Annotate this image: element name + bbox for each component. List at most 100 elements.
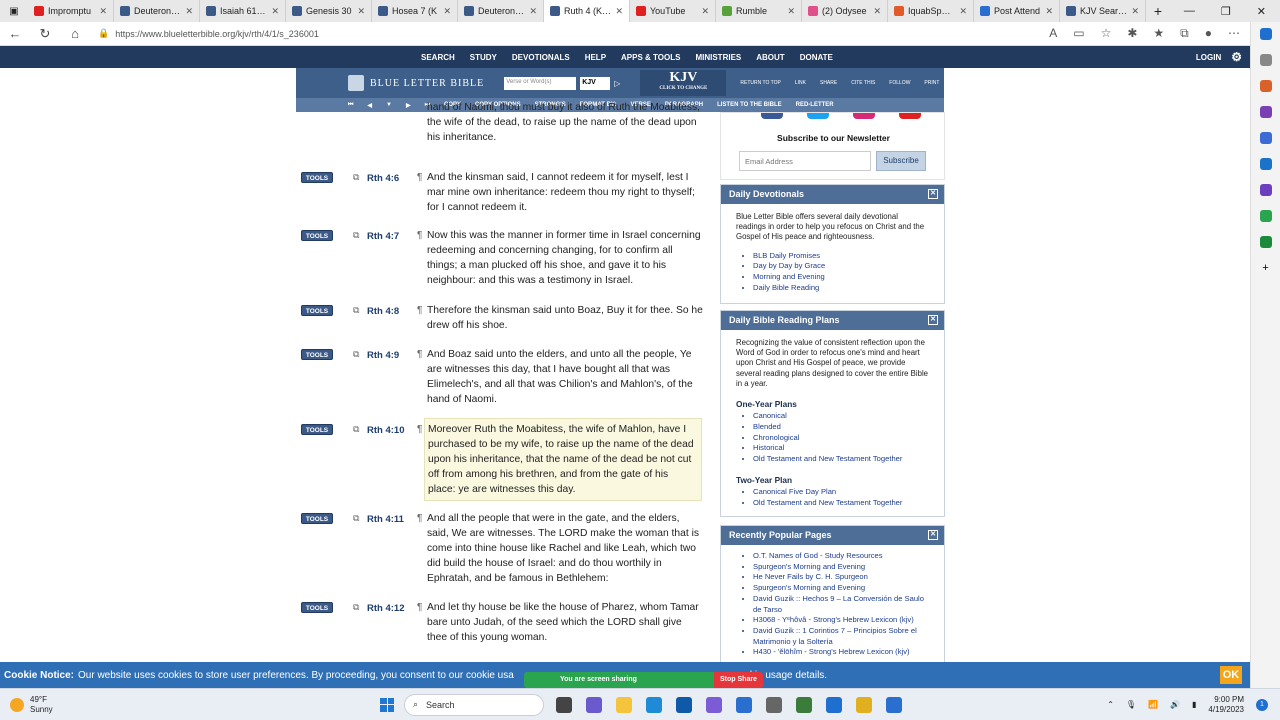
tab-close-icon[interactable]: ✕ (185, 6, 193, 17)
plan-link[interactable]: Historical (753, 443, 930, 454)
tab-close-icon[interactable]: ✕ (271, 6, 279, 17)
verse-ref[interactable]: Rth 4:11 (367, 514, 404, 525)
edge-icon[interactable] (646, 696, 662, 713)
nav-item[interactable]: HELP (585, 53, 606, 62)
url-field[interactable]: 🔒 https://www.blueletterbible.org/kjv/rt… (98, 28, 1049, 39)
verse-ref[interactable]: Rth 4:12 (367, 603, 404, 614)
tray-chevron-icon[interactable]: ⌃ (1107, 700, 1114, 709)
collections-icon[interactable]: ⧉ (1180, 26, 1189, 41)
popular-link[interactable]: H3068 - Yᵉhôvâ - Strong's Hebrew Lexicon… (753, 615, 930, 626)
bing-icon[interactable] (1259, 28, 1272, 40)
mic-icon[interactable]: 🎙 (1126, 700, 1136, 709)
store-icon[interactable] (676, 696, 692, 713)
verse-ref[interactable]: Rth 4:9 (367, 350, 399, 361)
tree-icon[interactable] (1259, 236, 1272, 248)
subscribe-button[interactable]: Subscribe (876, 151, 926, 171)
verse-ref[interactable]: Rth 4:6 (367, 173, 399, 184)
search-go-icon[interactable]: ▷ (614, 79, 620, 88)
plan-link[interactable]: Blended (753, 422, 930, 433)
tab-close-icon[interactable]: ✕ (1045, 6, 1053, 17)
header-tool-link[interactable]: FOLLOW (889, 80, 910, 86)
browser-tab[interactable]: Impromptu ✕ (28, 0, 114, 22)
popular-link[interactable]: H430 - 'ĕlōhîm - Strong's Hebrew Lexicon… (753, 647, 930, 658)
copy-icon[interactable]: ⧉ (353, 349, 359, 360)
tab-close-icon[interactable]: ✕ (873, 6, 881, 17)
verse-search-input[interactable]: Verse or Word(s) (504, 76, 577, 90)
tab-close-icon[interactable]: ✕ (615, 6, 623, 17)
plan-link[interactable]: Chronological (753, 433, 930, 444)
copy-icon[interactable]: ⧉ (353, 602, 359, 613)
teams-icon[interactable] (586, 696, 602, 713)
browser-tab[interactable]: Deuteronom ✕ (114, 0, 200, 22)
task-view-icon[interactable] (556, 696, 572, 713)
search-icon[interactable] (1259, 54, 1272, 66)
notification-icon[interactable]: 1 (1256, 698, 1268, 711)
prev-chapter-icon[interactable]: ◀ (367, 102, 372, 109)
outlook-icon[interactable] (1259, 158, 1272, 170)
first-chapter-icon[interactable]: ⏮ (348, 102, 353, 109)
close-icon[interactable]: ✕ (928, 315, 938, 325)
start-icon[interactable] (380, 697, 394, 712)
chapter-menu-icon[interactable]: ▼ (386, 102, 392, 108)
tab-close-icon[interactable]: ✕ (443, 6, 451, 17)
browser-tab[interactable]: Post Attend ✕ (974, 0, 1060, 22)
tools-button[interactable]: TOOLS (301, 424, 333, 435)
games-icon[interactable] (1259, 132, 1272, 144)
profile-icon[interactable]: ● (1205, 26, 1212, 41)
designer-icon[interactable] (1259, 184, 1272, 196)
app-icon[interactable] (706, 696, 722, 713)
header-tool-link[interactable]: RETURN TO TOP (740, 80, 780, 86)
version-select[interactable]: KJV (580, 76, 611, 90)
nav-item[interactable]: APPS & TOOLS (621, 53, 680, 62)
youtube-icon[interactable] (899, 113, 921, 119)
version-change-button[interactable]: KJV CLICK TO CHANGE (640, 70, 727, 96)
minimize-icon[interactable]: — (1184, 5, 1195, 18)
popular-link[interactable]: Spurgeon's Morning and Evening (753, 583, 930, 594)
next-chapter-icon[interactable]: ▶ (406, 102, 411, 109)
back-icon[interactable]: ← (0, 26, 30, 41)
popular-link[interactable]: He Never Fails by C. H. Spurgeon (753, 572, 930, 583)
app-icon[interactable]: ▭ (1073, 26, 1084, 41)
tools-button[interactable]: TOOLS (301, 230, 333, 241)
email-field[interactable]: Email Address (739, 151, 871, 171)
more-icon[interactable]: ⋯ (1228, 26, 1240, 41)
popular-link[interactable]: David Guzik :: 1 Corintios 7 – Principio… (753, 626, 930, 647)
settings-icon[interactable] (766, 696, 782, 713)
header-tool-link[interactable]: PRINT (924, 80, 939, 86)
site-logo[interactable]: BLUE LETTER BIBLE (296, 75, 484, 91)
browser-tab[interactable]: IquabSpeck ✕ (888, 0, 974, 22)
mail-icon[interactable] (736, 696, 752, 713)
tools-button[interactable]: TOOLS (301, 602, 333, 613)
browser-tab[interactable]: (2) Odysee ✕ (802, 0, 888, 22)
nav-item[interactable]: SEARCH (421, 53, 455, 62)
drop-icon[interactable] (1259, 210, 1272, 222)
home-icon[interactable]: ⌂ (60, 26, 90, 41)
browser-tab[interactable]: Rumble ✕ (716, 0, 802, 22)
refresh-icon[interactable]: ↻ (30, 26, 60, 42)
tab-actions-icon[interactable]: ▣ (0, 6, 28, 17)
favorite-icon[interactable]: ☆ (1101, 26, 1112, 41)
verse-ref[interactable]: Rth 4:10 (367, 425, 404, 436)
verse-ref[interactable]: Rth 4:7 (367, 231, 399, 242)
close-icon[interactable]: ✕ (928, 189, 938, 199)
tab-close-icon[interactable]: ✕ (701, 6, 709, 17)
popular-link[interactable]: David Guzik :: Hechos 9 – La Conversión … (753, 594, 930, 615)
battery-icon[interactable]: ▮ (1192, 700, 1196, 709)
tab-close-icon[interactable]: ✕ (1131, 6, 1139, 17)
weather-widget[interactable]: 49°F Sunny (0, 695, 380, 715)
devotional-link[interactable]: Day by Day by Grace (753, 261, 930, 272)
nav-item[interactable]: MINISTRIES (695, 53, 741, 62)
browser-tab[interactable]: YouTube ✕ (630, 0, 716, 22)
tab-close-icon[interactable]: ✕ (99, 6, 107, 17)
wifi-icon[interactable]: 📶 (1148, 700, 1158, 709)
add-icon[interactable]: + (1262, 262, 1268, 274)
clock[interactable]: 9:00 PM 4/19/2023 (1208, 695, 1244, 715)
file-explorer-icon[interactable] (616, 696, 632, 713)
tab-close-icon[interactable]: ✕ (787, 6, 795, 17)
tools-button[interactable]: TOOLS (301, 513, 333, 524)
tab-close-icon[interactable]: ✕ (529, 6, 537, 17)
verse-ref[interactable]: Rth 4:8 (367, 306, 399, 317)
popular-link[interactable]: O.T. Names of God - Study Resources (753, 551, 930, 562)
instagram-icon[interactable] (853, 113, 875, 119)
tools-button[interactable]: TOOLS (301, 349, 333, 360)
